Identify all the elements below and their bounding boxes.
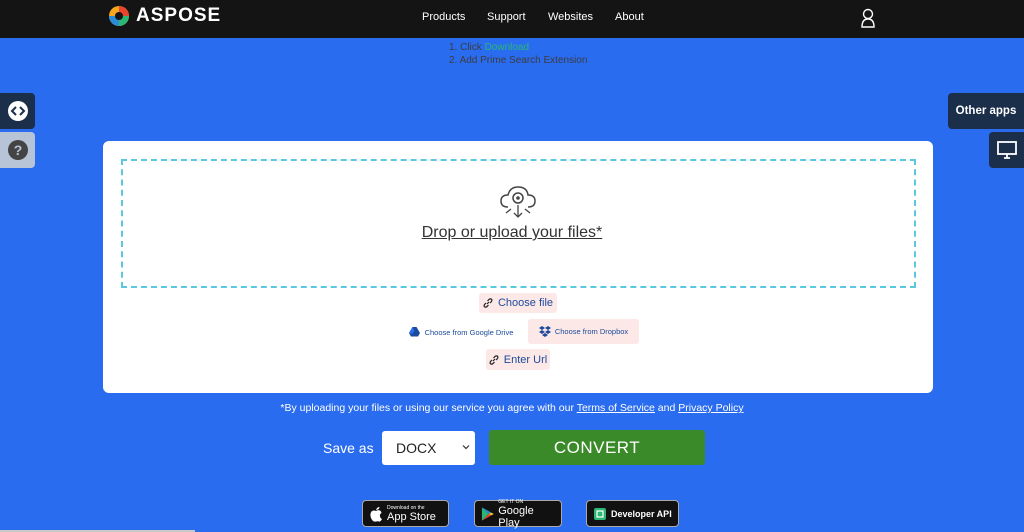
user-icon[interactable] [860, 8, 876, 28]
promo-step1: 1. Click [449, 42, 485, 53]
google-play-icon [481, 506, 494, 521]
promo-instructions: 1. Click Download 2. Add Prime Search Ex… [449, 41, 587, 67]
developer-api-badge[interactable]: Developer API [586, 500, 679, 527]
google-drive-button[interactable]: Choose from Google Drive [400, 321, 522, 343]
app-store-big: App Store [387, 510, 436, 523]
nav-support[interactable]: Support [487, 11, 526, 23]
dropbox-icon [538, 326, 551, 337]
terms-notice: *By uploading your files or using our se… [0, 402, 1024, 414]
aspose-logo[interactable]: ASPOSE [108, 5, 221, 27]
api-icon [594, 507, 606, 520]
nav-websites[interactable]: Websites [548, 11, 593, 23]
code-embed-button[interactable] [0, 93, 35, 129]
link-icon [483, 298, 493, 308]
aspose-logo-icon [109, 6, 129, 26]
promo-step2: 2. Add Prime Search Extension [449, 55, 588, 66]
developer-api-label: Developer API [611, 508, 672, 519]
apple-icon [370, 506, 382, 522]
other-apps-button[interactable]: Other apps [948, 93, 1024, 129]
convert-button[interactable]: CONVERT [489, 430, 705, 465]
google-drive-label: Choose from Google Drive [424, 327, 514, 337]
choose-file-label: Choose file [497, 297, 554, 309]
nav-about[interactable]: About [615, 11, 644, 23]
help-button[interactable]: ? [0, 132, 35, 168]
brand-name: ASPOSE [136, 5, 222, 26]
google-play-badge[interactable]: GET IT ON Google Play [474, 499, 562, 529]
choose-file-button[interactable]: Choose file [479, 293, 557, 313]
enter-url-button[interactable]: Enter Url [486, 349, 550, 370]
top-navbar: ASPOSE Products Support Websites About [0, 0, 1024, 38]
question-icon: ? [7, 140, 28, 160]
chevron-down-icon [462, 445, 470, 450]
svg-text:?: ? [13, 142, 22, 158]
drop-upload-link[interactable]: Drop or upload your files* [0, 224, 1024, 242]
promo-download-link[interactable]: Download [485, 42, 529, 53]
nav-products[interactable]: Products [422, 11, 465, 23]
terms-prefix: *By uploading your files or using our se… [280, 402, 577, 414]
dropbox-button[interactable]: Choose from Dropbox [528, 319, 639, 344]
google-drive-icon [408, 327, 420, 337]
enter-url-label: Enter Url [503, 353, 548, 366]
format-select[interactable]: DOCX [382, 431, 475, 465]
cloud-upload-icon [500, 186, 536, 218]
monitor-icon [996, 141, 1017, 159]
app-store-badge[interactable]: Download on the App Store [362, 500, 449, 527]
privacy-policy-link[interactable]: Privacy Policy [678, 402, 743, 414]
format-select-value: DOCX [396, 440, 437, 456]
google-play-big: Google Play [498, 504, 534, 529]
terms-and: and [654, 402, 679, 414]
desktop-app-button[interactable] [989, 132, 1024, 168]
save-as-label: Save as [323, 440, 374, 456]
link-icon [489, 354, 499, 365]
code-icon [7, 101, 28, 121]
dropbox-label: Choose from Dropbox [554, 327, 629, 336]
terms-of-service-link[interactable]: Terms of Service [577, 402, 655, 414]
